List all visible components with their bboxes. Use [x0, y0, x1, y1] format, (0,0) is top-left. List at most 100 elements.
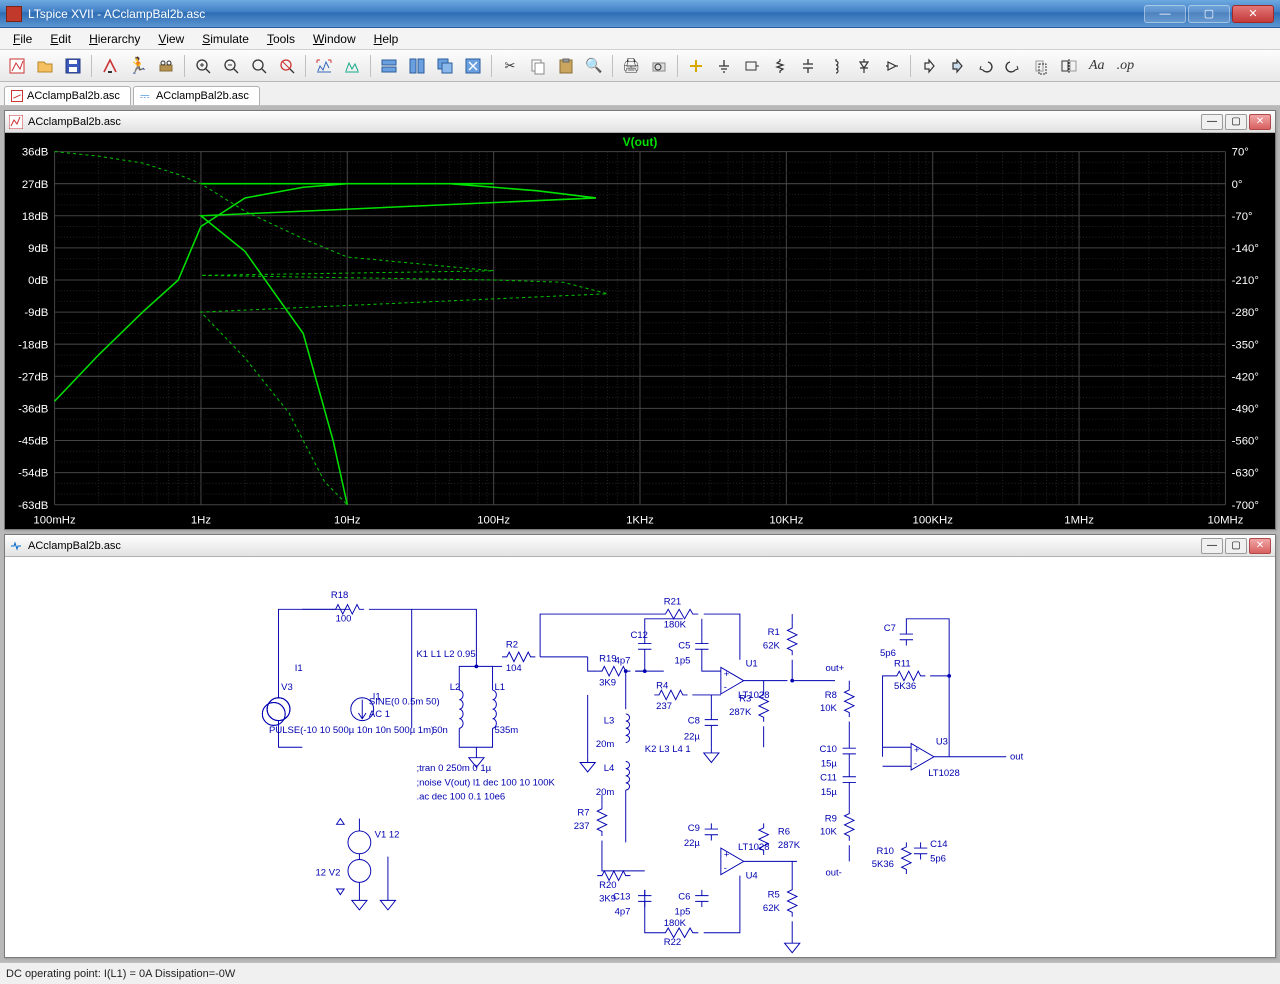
menu-tools[interactable]: Tools: [258, 30, 304, 48]
svg-text:-45dB: -45dB: [18, 436, 48, 448]
find-button[interactable]: 🔍: [581, 53, 607, 79]
rotate-button[interactable]: [1028, 53, 1054, 79]
zoom-out-button[interactable]: [218, 53, 244, 79]
svg-text:C5: C5: [678, 641, 690, 652]
svg-text:100: 100: [336, 614, 352, 625]
svg-text:C12: C12: [630, 630, 647, 641]
plot-close-button[interactable]: ✕: [1249, 114, 1271, 130]
tab-plot[interactable]: ACclampBal2b.asc: [4, 86, 131, 105]
plot-area[interactable]: V(out) 100mHz1Hz10Hz100Hz1KHz10KHz100KHz…: [5, 133, 1275, 529]
paste-button[interactable]: [553, 53, 579, 79]
schematic-area[interactable]: I1R18100V3SINE(0 0.5m 50)AC 1PULSE(-10 1…: [5, 557, 1275, 957]
tab-label: ACclampBal2b.asc: [156, 90, 249, 102]
halt-button[interactable]: [153, 53, 179, 79]
tab-label: ACclampBal2b.asc: [27, 90, 120, 102]
svg-text:15µ: 15µ: [821, 787, 838, 798]
zoom-in-button[interactable]: [190, 53, 216, 79]
plot-window-titlebar[interactable]: ACclampBal2b.asc — ▢ ✕: [5, 111, 1275, 133]
svg-text:100KHz: 100KHz: [913, 514, 954, 526]
print-button[interactable]: 🖨: [618, 53, 644, 79]
diode-button[interactable]: [851, 53, 877, 79]
svg-text:+: +: [724, 669, 730, 680]
svg-text:R18: R18: [331, 590, 348, 601]
cascade-button[interactable]: [432, 53, 458, 79]
inductor-button[interactable]: [823, 53, 849, 79]
menu-view[interactable]: View: [149, 30, 193, 48]
svg-text:1p5: 1p5: [675, 656, 691, 667]
run-button[interactable]: 🏃: [125, 53, 151, 79]
svg-text:R11: R11: [894, 659, 911, 670]
redo-button[interactable]: [1000, 53, 1026, 79]
svg-text:10Hz: 10Hz: [334, 514, 361, 526]
plot-canvas[interactable]: 100mHz1Hz10Hz100Hz1KHz10KHz100KHz1MHz10M…: [5, 133, 1275, 529]
svg-text:5p6: 5p6: [930, 854, 946, 865]
move-button[interactable]: [916, 53, 942, 79]
schematic-window-title: ACclampBal2b.asc: [28, 540, 121, 552]
copy-button[interactable]: [525, 53, 551, 79]
menu-edit[interactable]: Edit: [41, 30, 80, 48]
tile-vert-button[interactable]: [404, 53, 430, 79]
svg-text:;tran 0 250m 0 1µ: ;tran 0 250m 0 1µ: [416, 764, 491, 775]
plot-max-button[interactable]: ▢: [1225, 114, 1247, 130]
text-button[interactable]: Aa: [1084, 53, 1110, 79]
close-win-button[interactable]: [460, 53, 486, 79]
close-button[interactable]: ✕: [1232, 5, 1274, 23]
label-net-button[interactable]: [739, 53, 765, 79]
capacitor-button[interactable]: [795, 53, 821, 79]
component-button[interactable]: [879, 53, 905, 79]
svg-text:;noise V(out) l1 dec 100 10 10: ;noise V(out) l1 dec 100 10 100K: [416, 778, 555, 789]
spice-directive-button[interactable]: .op: [1112, 53, 1140, 79]
svg-text:I1: I1: [295, 664, 303, 675]
svg-text:U3: U3: [936, 737, 948, 748]
svg-text:104: 104: [506, 664, 522, 675]
svg-text:-: -: [914, 759, 917, 770]
svg-text:C7: C7: [884, 624, 896, 635]
new-schematic-button[interactable]: [4, 53, 30, 79]
svg-text:-700°: -700°: [1232, 500, 1259, 512]
sch-max-button[interactable]: ▢: [1225, 538, 1247, 554]
open-button[interactable]: [32, 53, 58, 79]
menu-help[interactable]: Help: [365, 30, 408, 48]
menu-file[interactable]: File: [4, 30, 41, 48]
maximize-button[interactable]: ▢: [1188, 5, 1230, 23]
svg-text:+: +: [724, 850, 730, 861]
autorange-button[interactable]: [311, 53, 337, 79]
svg-text:I1: I1: [373, 692, 381, 703]
schematic-canvas[interactable]: I1R18100V3SINE(0 0.5m 50)AC 1PULSE(-10 1…: [5, 557, 1275, 957]
print-setup-button[interactable]: [646, 53, 672, 79]
menu-hierarchy[interactable]: Hierarchy: [80, 30, 149, 48]
svg-text:K1 L1 L2 0.95: K1 L1 L2 0.95: [416, 649, 475, 660]
undo-button[interactable]: [972, 53, 998, 79]
control-panel-button[interactable]: [97, 53, 123, 79]
svg-text:V3: V3: [281, 683, 293, 694]
ground-button[interactable]: [711, 53, 737, 79]
schematic-window-titlebar[interactable]: ACclampBal2b.asc — ▢ ✕: [5, 535, 1275, 557]
svg-text:R6: R6: [778, 827, 790, 838]
svg-text:237: 237: [574, 822, 590, 833]
zoom-area-button[interactable]: [246, 53, 272, 79]
mirror-button[interactable]: [1056, 53, 1082, 79]
svg-text:22µ: 22µ: [684, 732, 701, 743]
sch-min-button[interactable]: —: [1201, 538, 1223, 554]
plot-min-button[interactable]: —: [1201, 114, 1223, 130]
pick-visco-button[interactable]: [339, 53, 365, 79]
svg-text:-210°: -210°: [1232, 275, 1259, 287]
tile-horiz-button[interactable]: [376, 53, 402, 79]
cut-button[interactable]: ✂: [497, 53, 523, 79]
svg-text:-420°: -420°: [1232, 371, 1259, 383]
minimize-button[interactable]: —: [1144, 5, 1186, 23]
menu-window[interactable]: Window: [304, 30, 365, 48]
save-button[interactable]: [60, 53, 86, 79]
zoom-full-button[interactable]: [274, 53, 300, 79]
svg-text:-9dB: -9dB: [24, 307, 48, 319]
svg-text:R7: R7: [577, 808, 589, 819]
svg-text:70°: 70°: [1232, 147, 1249, 159]
draw-wire-button[interactable]: [683, 53, 709, 79]
drag-button[interactable]: [944, 53, 970, 79]
resistor-button[interactable]: [767, 53, 793, 79]
svg-text:-27dB: -27dB: [18, 371, 48, 383]
tab-schematic[interactable]: ACclampBal2b.asc: [133, 86, 260, 105]
menu-simulate[interactable]: Simulate: [193, 30, 258, 48]
svg-text:out-: out-: [825, 868, 841, 879]
sch-close-button[interactable]: ✕: [1249, 538, 1271, 554]
